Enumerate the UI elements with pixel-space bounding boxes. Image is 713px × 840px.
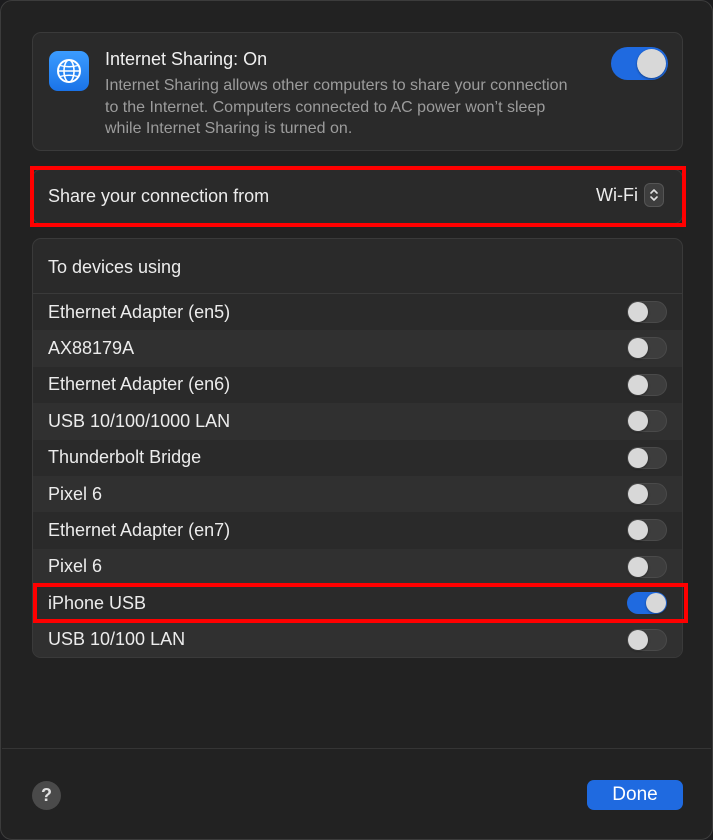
- device-row: iPhone USB: [33, 585, 682, 621]
- device-row: Thunderbolt Bridge: [33, 440, 682, 476]
- internet-sharing-title: Internet Sharing: On: [105, 49, 268, 69]
- toggle-knob: [628, 447, 648, 468]
- share-connection-label: Share your connection from: [48, 186, 270, 206]
- toggle-knob: [628, 629, 648, 650]
- share-connection-value: Wi-Fi: [596, 184, 638, 205]
- toggle-knob: [646, 593, 666, 614]
- device-sharing-toggle[interactable]: [627, 519, 667, 542]
- device-sharing-toggle[interactable]: [627, 337, 667, 360]
- device-sharing-toggle[interactable]: [627, 628, 667, 651]
- device-label: USB 10/100 LAN: [48, 629, 186, 650]
- device-label: USB 10/100/1000 LAN: [48, 410, 231, 431]
- help-button[interactable]: ?: [32, 781, 61, 810]
- devices-list-card: To devices using Ethernet Adapter (en5) A…: [32, 238, 683, 658]
- device-sharing-toggle[interactable]: [627, 301, 667, 323]
- device-row: Ethernet Adapter (en6): [33, 367, 682, 403]
- device-label: Thunderbolt Bridge: [48, 447, 202, 468]
- device-label: Pixel 6: [48, 556, 103, 577]
- internet-sharing-toggle[interactable]: [611, 47, 668, 80]
- devices-section-title: To devices using: [48, 257, 182, 277]
- device-label: iPhone USB: [48, 592, 147, 613]
- device-sharing-toggle[interactable]: [627, 373, 667, 396]
- device-list: Ethernet Adapter (en5) AX88179A Ethernet A…: [33, 294, 682, 657]
- device-row: Pixel 6: [33, 475, 682, 513]
- device-row: Ethernet Adapter (en5): [33, 294, 682, 330]
- device-row: USB 10/100/1000 LAN: [33, 403, 682, 440]
- device-sharing-toggle[interactable]: [627, 482, 667, 505]
- toggle-knob: [628, 338, 648, 359]
- device-label: Ethernet Adapter (en7): [48, 520, 231, 541]
- device-row: USB 10/100 LAN: [33, 621, 682, 657]
- internet-sharing-header: Internet Sharing: On Internet Sharing al…: [32, 32, 683, 151]
- device-label: Pixel 6: [48, 483, 103, 504]
- toggle-knob: [628, 520, 648, 541]
- device-sharing-toggle[interactable]: [627, 446, 667, 469]
- device-label: AX88179A: [48, 338, 135, 359]
- internet-sharing-description: Internet Sharing allows other computers …: [105, 77, 568, 137]
- toggle-knob: [628, 374, 648, 395]
- device-row: AX88179A: [33, 330, 682, 367]
- device-row: Pixel 6: [33, 548, 682, 586]
- globe-icon: [49, 51, 89, 91]
- footer-divider: [2, 748, 711, 749]
- done-button[interactable]: Done: [587, 780, 683, 810]
- device-label: Ethernet Adapter (en5): [48, 301, 231, 322]
- device-sharing-toggle[interactable]: [627, 555, 667, 578]
- share-connection-from-row: Share your connection from Wi-Fi: [32, 169, 683, 224]
- device-sharing-toggle[interactable]: [627, 410, 667, 433]
- internet-sharing-sheet: Internet Sharing: On Internet Sharing al…: [0, 0, 713, 840]
- device-label: Ethernet Adapter (en6): [48, 374, 231, 395]
- toggle-knob: [628, 411, 648, 432]
- device-sharing-toggle[interactable]: [627, 592, 667, 615]
- popup-chevrons-icon: [644, 183, 664, 207]
- share-connection-popup[interactable]: Wi-Fi: [596, 183, 664, 207]
- device-row: Ethernet Adapter (en7): [33, 512, 682, 548]
- toggle-knob: [637, 49, 666, 78]
- toggle-knob: [628, 556, 648, 577]
- toggle-knob: [628, 302, 648, 322]
- toggle-knob: [628, 483, 648, 504]
